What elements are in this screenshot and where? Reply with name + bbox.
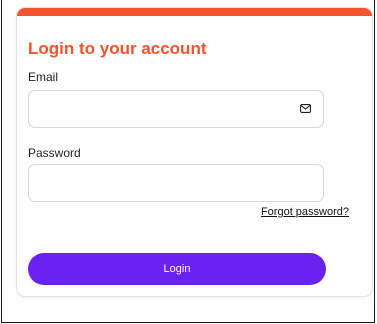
password-field[interactable] bbox=[28, 164, 324, 202]
email-input[interactable] bbox=[29, 91, 303, 127]
email-field[interactable] bbox=[28, 90, 324, 128]
password-input[interactable] bbox=[29, 165, 303, 201]
email-label: Email bbox=[28, 70, 59, 84]
login-title: Login to your account bbox=[28, 39, 207, 58]
forgot-password-link[interactable]: Forgot password? bbox=[261, 206, 349, 218]
mail-icon bbox=[300, 104, 311, 113]
password-label: Password bbox=[28, 146, 81, 160]
card-accent-bar bbox=[17, 8, 372, 16]
login-button[interactable]: Login bbox=[28, 253, 326, 285]
